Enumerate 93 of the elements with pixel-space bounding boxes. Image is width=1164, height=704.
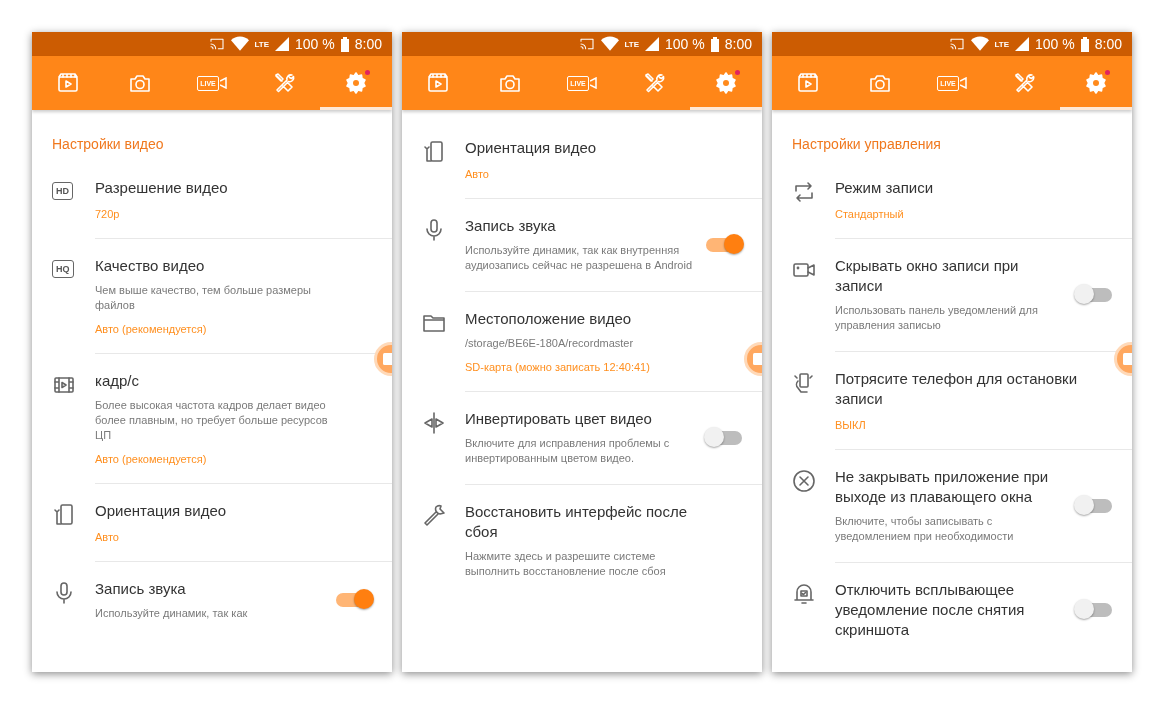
battery-icon [1080,36,1089,52]
phone-rotate-icon [52,503,76,527]
setting-title: Качество видео [95,256,206,276]
setting-description: Более высокая частота кадров делает видео более плавным, но требует больше ресурсов ЦП [95,398,329,443]
setting-row[interactable]: Режим записи Стандартный [772,160,1132,238]
setting-title: Инвертировать цвет видео [465,409,653,429]
setting-row[interactable]: Восстановить интерфейс после сбоя Нажмите здесь и разрешите системе выполнить восстановление после сбоя [402,484,762,597]
cast-icon [208,36,225,52]
network-label: LTE [994,39,1010,49]
setting-row[interactable]: Запись звука Используйте динамик, так как внутренняя аудиозапись сейчас не разрешена в Android [402,198,762,291]
setting-title: Запись звука [95,579,187,599]
setting-title: Восстановить интерфейс после сбоя [465,502,689,542]
wrench-icon [422,504,446,528]
setting-title: Разрешение видео [95,178,229,198]
settings-icon [714,71,738,95]
setting-title: Потрясите телефон для остановки записи [835,369,1079,409]
toggle-switch[interactable] [1076,287,1112,302]
network-label: LTE [624,39,640,49]
setting-description: /storage/BE6E-180A/recordmaster [465,336,635,351]
signal-icon [1015,37,1030,51]
invert-icon [422,411,446,435]
battery-percent: 100 % [1035,36,1075,52]
setting-description: Чем выше качество, тем больше размеры файлов [95,283,312,313]
setting-title: Запись звука [465,216,557,236]
setting-row[interactable]: HQ Качество видео Чем выше качество, тем больше размеры файлов Авто (рекомендуется) [32,238,392,353]
setting-row[interactable]: Инвертировать цвет видео Включите для исправления проблемы с инвертированным цветом видео. [402,391,762,484]
setting-row[interactable]: Отключить всплывающее уведомление после снятия скриншота [772,562,1132,658]
setting-value: Авто [95,531,120,543]
clock: 8:00 [354,36,382,52]
toggle-switch[interactable] [706,237,742,252]
setting-title: Не закрывать приложение при выходе из плавающего окна [835,467,1050,507]
setting-description: Включите для исправления проблемы с инвертированным цветом видео. [465,436,671,466]
setting-description: Использовать панель уведомлений для управления записью [835,303,1039,333]
setting-description: Используйте динамик, так как внутренняя аудиозапись сейчас не разрешена в Android [465,243,694,273]
setting-title: Ориентация видео [95,501,228,521]
setting-row[interactable]: Ориентация видео Авто [32,483,392,561]
network-label: LTE [254,39,270,49]
tools-icon [642,71,666,95]
battery-icon [340,36,349,52]
setting-row[interactable]: HD Разрешение видео 720p [32,160,392,238]
setting-description: Используйте динамик, так как [95,606,249,621]
toggle-switch[interactable] [706,430,742,445]
setting-row[interactable]: Скрывать окно записи при записи Использовать панель уведомлений для управления записью [772,238,1132,351]
battery-percent: 100 % [295,36,335,52]
section-header: Настройки управления [791,135,942,154]
setting-row[interactable]: Запись звука Используйте динамик, так как [32,561,392,639]
setting-row[interactable]: Местоположение видео /storage/BE6E-180A/recordmaster SD-карта (можно записать 12:40:41) [402,291,762,391]
film-play-icon [796,71,820,95]
battery-percent: 100 % [665,36,705,52]
setting-description: Нажмите здесь и разрешите системе выполнить восстановление после сбоя [465,549,667,579]
repeat-icon [792,180,816,204]
setting-title: Отключить всплывающее уведомление после снятия скриншота [835,580,1026,640]
setting-value: Авто (рекомендуется) [95,323,208,335]
wifi-icon [230,36,249,52]
wifi-icon [970,36,989,52]
setting-value: SD-карта (можно записать 12:40:41) [465,361,651,373]
setting-row[interactable]: Потрясите телефон для остановки записи ВЫКЛ [772,351,1132,449]
setting-value: ВЫКЛ [835,419,867,431]
hand-phone-icon [792,371,816,395]
cast-icon [948,36,965,52]
setting-row[interactable]: кадр/с Более высокая частота кадров делает видео более плавным, но требует больше ресурсов ЦП Авто (рекомендуется) [32,353,392,483]
film-play-icon [56,71,80,95]
clock: 8:00 [1094,36,1122,52]
hq-icon: HQ [52,260,74,278]
wifi-icon [600,36,619,52]
setting-value: 720p [95,208,121,220]
setting-title: Режим записи [835,178,934,198]
setting-value: Авто (рекомендуется) [95,453,208,465]
setting-row[interactable]: Ориентация видео Авто [402,120,762,198]
phone-rotate-icon [422,140,446,164]
tools-icon [1012,71,1036,95]
setting-title: Скрывать окно записи при записи [835,256,1020,296]
clock: 8:00 [724,36,752,52]
signal-icon [275,37,290,51]
section-header: Настройки видео [51,135,165,154]
film-play-icon [426,71,450,95]
battery-icon [710,36,719,52]
setting-row[interactable]: Не закрывать приложение при выходе из плавающего окна Включите, чтобы записывать с уведомлением при необходимости [772,449,1132,562]
setting-title: Местоположение видео [465,309,633,329]
settings-icon [344,71,368,95]
setting-value: Авто [465,168,490,180]
bell-icon [792,582,816,606]
setting-description: Включите, чтобы записывать с уведомлением при необходимости [835,514,1015,544]
close-icon [792,469,816,493]
cast-icon [578,36,595,52]
hd-icon: HD [52,182,73,200]
toggle-switch[interactable] [1076,498,1112,513]
setting-title: Ориентация видео [465,138,598,158]
settings-icon [1084,71,1108,95]
signal-icon [645,37,660,51]
setting-value: Стандартный [835,208,905,220]
tools-icon [272,71,296,95]
setting-title: кадр/с [95,371,140,391]
